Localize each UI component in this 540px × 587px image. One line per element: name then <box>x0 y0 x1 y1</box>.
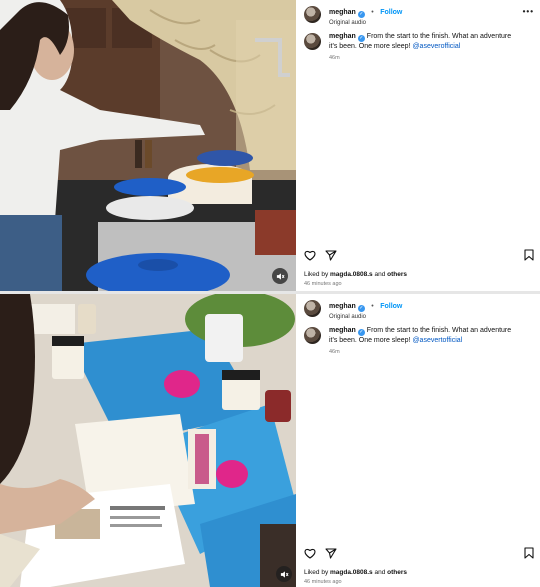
caption-username[interactable]: meghan <box>329 327 356 334</box>
caption-time: 46m <box>329 349 340 355</box>
post-header: meghan ✓ • Follow Original audio <box>304 294 540 326</box>
post-timestamp: 46 minutes ago <box>304 281 342 287</box>
original-audio-link[interactable]: Original audio <box>329 18 402 28</box>
separator-dot: • <box>371 9 374 16</box>
post-header: meghan ✓ • Follow Original audio ••• <box>304 0 540 32</box>
avatar[interactable] <box>304 6 321 23</box>
post-1: meghan ✓ • Follow Original audio ••• megh… <box>0 0 540 291</box>
kitchen-scene-image <box>0 0 296 291</box>
audio-muted-icon[interactable] <box>276 566 292 582</box>
bookmark-icon[interactable] <box>524 249 534 261</box>
likes-summary: Liked by magda.0808.s and others <box>304 569 407 576</box>
follow-button[interactable]: Follow <box>380 303 402 310</box>
caption-mention[interactable]: @asevertofficial <box>412 337 462 344</box>
verified-badge-icon: ✓ <box>357 35 365 42</box>
liked-prefix: Liked by <box>304 271 329 278</box>
action-bar <box>304 249 534 261</box>
liked-others-link[interactable]: others <box>387 271 407 278</box>
action-bar <box>304 547 534 559</box>
username[interactable]: meghan <box>329 303 356 310</box>
liked-prefix: Liked by <box>304 569 329 576</box>
post-video[interactable] <box>0 0 296 291</box>
verified-badge-icon: ✓ <box>357 305 365 312</box>
caption-username[interactable]: meghan <box>329 33 356 40</box>
post-sidebar: meghan ✓ • Follow Original audio meghan ✓ … <box>296 294 540 587</box>
heart-icon[interactable] <box>304 250 316 261</box>
caption: meghan ✓ From the start to the finish. Wh… <box>304 32 540 52</box>
caption-mention[interactable]: @aseverofficial <box>412 43 460 50</box>
share-icon[interactable] <box>325 249 337 261</box>
likes-summary: Liked by magda.0808.s and others <box>304 271 407 278</box>
more-options-icon[interactable]: ••• <box>523 7 534 16</box>
table-scene-image <box>0 294 296 587</box>
caption-avatar[interactable] <box>304 33 321 50</box>
verified-badge-icon: ✓ <box>357 329 365 336</box>
post-timestamp: 46 minutes ago <box>304 579 342 585</box>
liked-user-link[interactable]: magda.0808.s <box>330 569 373 576</box>
bookmark-icon[interactable] <box>524 547 534 559</box>
liked-and: and <box>374 271 386 278</box>
heart-icon[interactable] <box>304 548 316 559</box>
follow-button[interactable]: Follow <box>380 9 402 16</box>
separator-dot: • <box>371 303 374 310</box>
caption-avatar[interactable] <box>304 327 321 344</box>
verified-badge-icon: ✓ <box>357 11 365 18</box>
share-icon[interactable] <box>325 547 337 559</box>
liked-and: and <box>374 569 386 576</box>
audio-muted-icon[interactable] <box>272 268 288 284</box>
caption-time: 46m <box>329 55 340 61</box>
username[interactable]: meghan <box>329 9 356 16</box>
liked-user-link[interactable]: magda.0808.s <box>330 271 373 278</box>
original-audio-link[interactable]: Original audio <box>329 312 402 322</box>
avatar[interactable] <box>304 300 321 317</box>
liked-others-link[interactable]: others <box>387 569 407 576</box>
post-sidebar: meghan ✓ • Follow Original audio ••• megh… <box>296 0 540 291</box>
post-video[interactable] <box>0 294 296 587</box>
post-2: meghan ✓ • Follow Original audio meghan ✓ … <box>0 294 540 587</box>
caption: meghan ✓ From the start to the finish. Wh… <box>304 326 540 346</box>
